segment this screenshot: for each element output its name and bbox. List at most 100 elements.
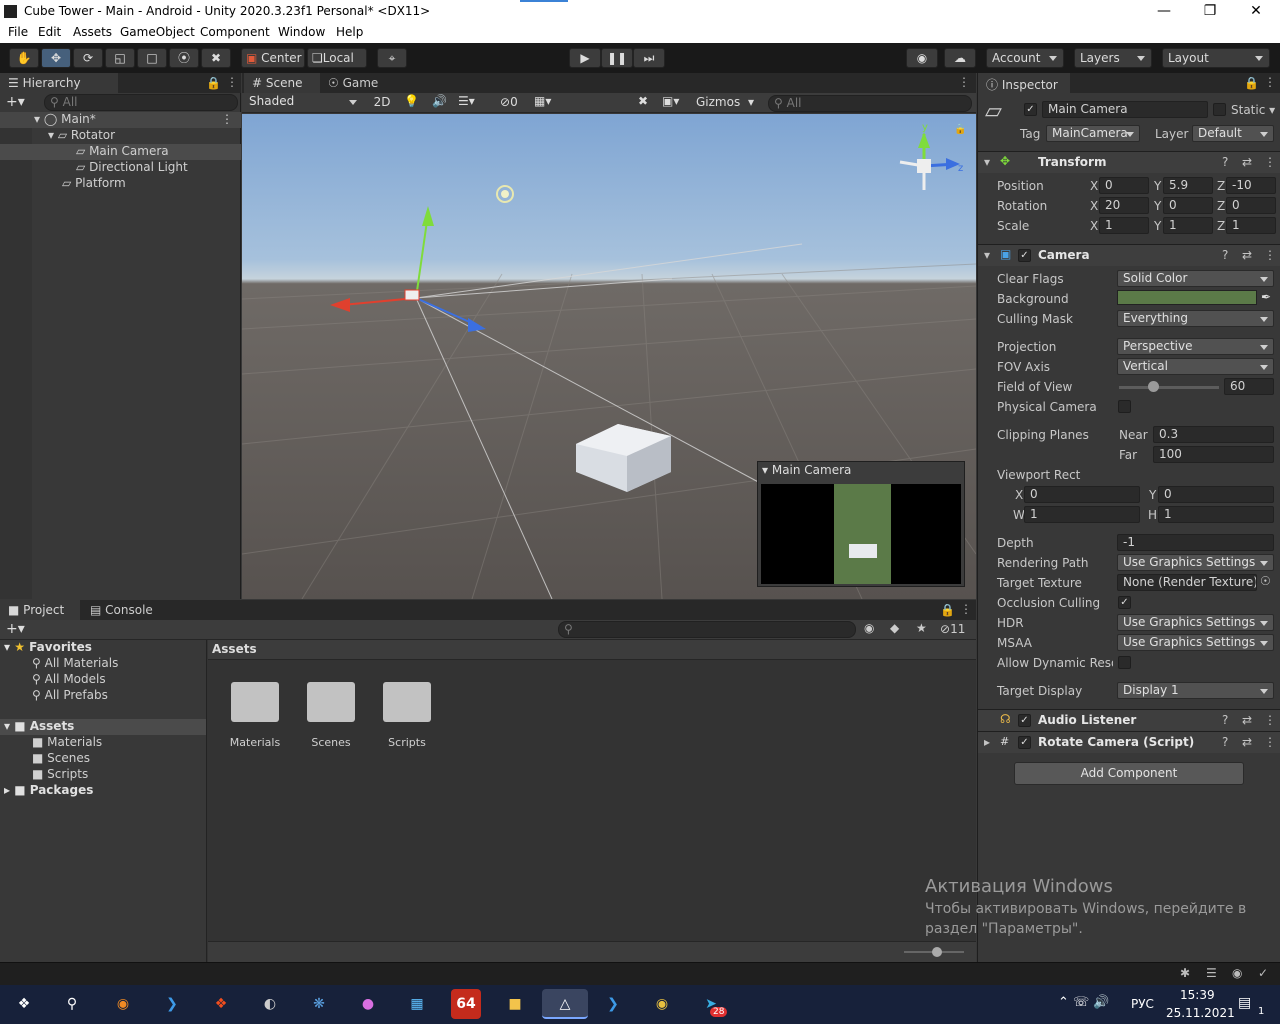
folder-scripts[interactable]: Scripts bbox=[378, 682, 436, 749]
inspector-lock-icon[interactable]: 🔒 bbox=[1244, 76, 1259, 90]
pause-button[interactable]: ❚❚ bbox=[601, 48, 633, 68]
scene-search-input[interactable]: ⚲ All bbox=[768, 95, 972, 112]
unity-taskbar-icon[interactable]: △ bbox=[542, 989, 588, 1019]
project-lock-icon[interactable]: 🔒 bbox=[940, 603, 955, 617]
clear-flags-dropdown[interactable]: Solid Color bbox=[1117, 270, 1274, 287]
maximize-button[interactable]: ❐ bbox=[1187, 0, 1233, 23]
auto-generate-icon[interactable]: ◉ bbox=[1232, 966, 1242, 980]
hierarchy-item-main-camera[interactable]: ▱ Main Camera bbox=[0, 144, 241, 160]
camera-enabled-checkbox[interactable]: ✓ bbox=[1018, 249, 1031, 262]
position-y-input[interactable]: 5.9 bbox=[1163, 177, 1213, 194]
physical-camera-checkbox[interactable] bbox=[1118, 400, 1131, 413]
scale-y-input[interactable]: 1 bbox=[1163, 217, 1213, 234]
rotate-camera-script-header[interactable]: ▸ # ✓ Rotate Camera (Script) ? ⇄ ⋮ bbox=[978, 731, 1280, 753]
gizmos-arrow-icon[interactable]: ▾ bbox=[748, 95, 754, 109]
filter-label-icon[interactable]: ◆ bbox=[890, 621, 899, 635]
help-icon[interactable]: ? bbox=[1222, 155, 1228, 169]
project-search-input[interactable]: ⚲ bbox=[558, 621, 856, 638]
tab-project[interactable]: ■ Project bbox=[0, 600, 80, 621]
foldout-icon[interactable]: ▾ bbox=[984, 155, 990, 169]
favorite-all-prefabs[interactable]: ⚲ All Prefabs bbox=[0, 688, 108, 704]
language-indicator[interactable]: РУС bbox=[1131, 997, 1154, 1011]
dynamic-resolution-checkbox[interactable] bbox=[1118, 656, 1131, 669]
fov-slider-handle[interactable] bbox=[1148, 381, 1159, 392]
presets-icon[interactable]: ⇄ bbox=[1242, 735, 1252, 749]
fov-axis-dropdown[interactable]: Vertical bbox=[1117, 358, 1274, 375]
step-button[interactable]: ⏭ bbox=[633, 48, 665, 68]
check-icon[interactable]: ✓ bbox=[1258, 966, 1268, 980]
layer-dropdown[interactable]: Default bbox=[1192, 125, 1274, 142]
menu-component[interactable]: Component bbox=[200, 25, 270, 39]
foldout-icon[interactable]: ▾ bbox=[984, 248, 990, 262]
position-z-input[interactable]: -10 bbox=[1226, 177, 1276, 194]
taskbar-search-icon[interactable]: ⚲ bbox=[57, 989, 87, 1019]
tree-folder-scripts[interactable]: ■ Scripts bbox=[0, 767, 88, 783]
menu-edit[interactable]: Edit bbox=[38, 25, 61, 39]
tree-packages[interactable]: ▸ ■ Packages bbox=[0, 783, 93, 799]
obs-icon[interactable]: ◐ bbox=[255, 989, 285, 1019]
occlusion-culling-checkbox[interactable]: ✓ bbox=[1118, 596, 1131, 609]
aida64-icon[interactable]: 64 bbox=[451, 989, 481, 1019]
hierarchy-item-platform[interactable]: ▱ Platform bbox=[0, 176, 126, 192]
filter-type-icon[interactable]: ◉ bbox=[864, 621, 874, 635]
tab-game[interactable]: ☉ Game bbox=[328, 76, 378, 90]
tree-folder-scenes[interactable]: ■ Scenes bbox=[0, 751, 90, 767]
folder-scenes[interactable]: Scenes bbox=[302, 682, 360, 749]
move-tool-icon[interactable]: ✥ bbox=[41, 48, 71, 68]
static-checkbox[interactable] bbox=[1213, 103, 1226, 116]
gizmo-lock-icon[interactable]: 🔒 bbox=[954, 124, 966, 135]
bug-icon[interactable]: ✱ bbox=[1180, 966, 1190, 980]
figma-icon[interactable]: ❖ bbox=[206, 989, 236, 1019]
component-menu-icon[interactable]: ⋮ bbox=[1264, 155, 1276, 169]
folder-materials[interactable]: Materials bbox=[226, 682, 284, 749]
component-menu-icon[interactable]: ⋮ bbox=[1264, 713, 1276, 727]
viewport-x-input[interactable]: 0 bbox=[1024, 486, 1140, 503]
viewport-h-input[interactable]: 1 bbox=[1158, 506, 1274, 523]
scene-panel-menu-icon[interactable]: ⋮ bbox=[958, 75, 970, 89]
menu-help[interactable]: Help bbox=[336, 25, 363, 39]
breadcrumb-assets[interactable]: Assets bbox=[212, 642, 257, 656]
rect-tool-icon[interactable]: □ bbox=[137, 48, 167, 68]
eyedropper-icon[interactable]: ✒ bbox=[1261, 290, 1271, 304]
tab-console[interactable]: ▤ Console bbox=[90, 603, 153, 617]
add-component-button[interactable]: Add Component bbox=[1014, 762, 1244, 785]
space-toggle[interactable]: ❏Local bbox=[307, 48, 367, 68]
scale-tool-icon[interactable]: ◱ bbox=[105, 48, 135, 68]
menu-window[interactable]: Window bbox=[278, 25, 325, 39]
audio-listener-checkbox[interactable]: ✓ bbox=[1018, 714, 1031, 727]
rotation-x-input[interactable]: 20 bbox=[1099, 197, 1149, 214]
scene-menu-icon[interactable]: ⋮ bbox=[221, 112, 233, 126]
menu-gameobject[interactable]: GameObject bbox=[120, 25, 195, 39]
favorite-all-materials[interactable]: ⚲ All Materials bbox=[0, 656, 118, 672]
play-button[interactable]: ▶ bbox=[569, 48, 601, 68]
2d-toggle[interactable]: 2D bbox=[370, 95, 394, 109]
tools-icon[interactable]: ✖ bbox=[638, 94, 648, 108]
hierarchy-item-directional-light[interactable]: ▱ Directional Light bbox=[0, 160, 188, 176]
hierarchy-search-input[interactable]: ⚲ All bbox=[44, 94, 238, 111]
rotation-z-input[interactable]: 0 bbox=[1226, 197, 1276, 214]
grid-snap-icon[interactable]: ⌖ bbox=[377, 48, 407, 68]
help-icon[interactable]: ? bbox=[1222, 735, 1228, 749]
component-menu-icon[interactable]: ⋮ bbox=[1264, 735, 1276, 749]
tab-inspector[interactable]: ⓘ Inspector bbox=[978, 73, 1070, 94]
hierarchy-item-rotator[interactable]: ▾ ▱ Rotator bbox=[0, 128, 115, 144]
hierarchy-item-main[interactable]: ▾ ◯ Main* ⋮ bbox=[0, 112, 241, 128]
active-checkbox[interactable]: ✓ bbox=[1024, 103, 1037, 116]
cloud-icon[interactable]: ☁ bbox=[944, 48, 976, 68]
background-color-field[interactable] bbox=[1117, 290, 1257, 305]
collab-icon[interactable]: ◉ bbox=[906, 48, 938, 68]
rotation-y-input[interactable]: 0 bbox=[1163, 197, 1213, 214]
far-input[interactable]: 100 bbox=[1153, 446, 1274, 463]
gizmos-dropdown[interactable]: Gizmos bbox=[696, 95, 740, 109]
clock-time[interactable]: 15:39 bbox=[1180, 988, 1215, 1002]
vscode-icon[interactable]: ❯ bbox=[157, 989, 187, 1019]
near-input[interactable]: 0.3 bbox=[1153, 426, 1274, 443]
tab-hierarchy[interactable]: ☰ Hierarchy bbox=[0, 73, 118, 94]
projection-dropdown[interactable]: Perspective bbox=[1117, 338, 1274, 355]
transform-tool-icon[interactable]: ⦿ bbox=[169, 48, 199, 68]
project-create-icon[interactable]: +▾ bbox=[6, 621, 25, 637]
fov-slider-track[interactable] bbox=[1119, 386, 1219, 389]
rotate-tool-icon[interactable]: ⟳ bbox=[73, 48, 103, 68]
chrome-icon[interactable]: ◉ bbox=[647, 989, 677, 1019]
presets-icon[interactable]: ⇄ bbox=[1242, 248, 1252, 262]
